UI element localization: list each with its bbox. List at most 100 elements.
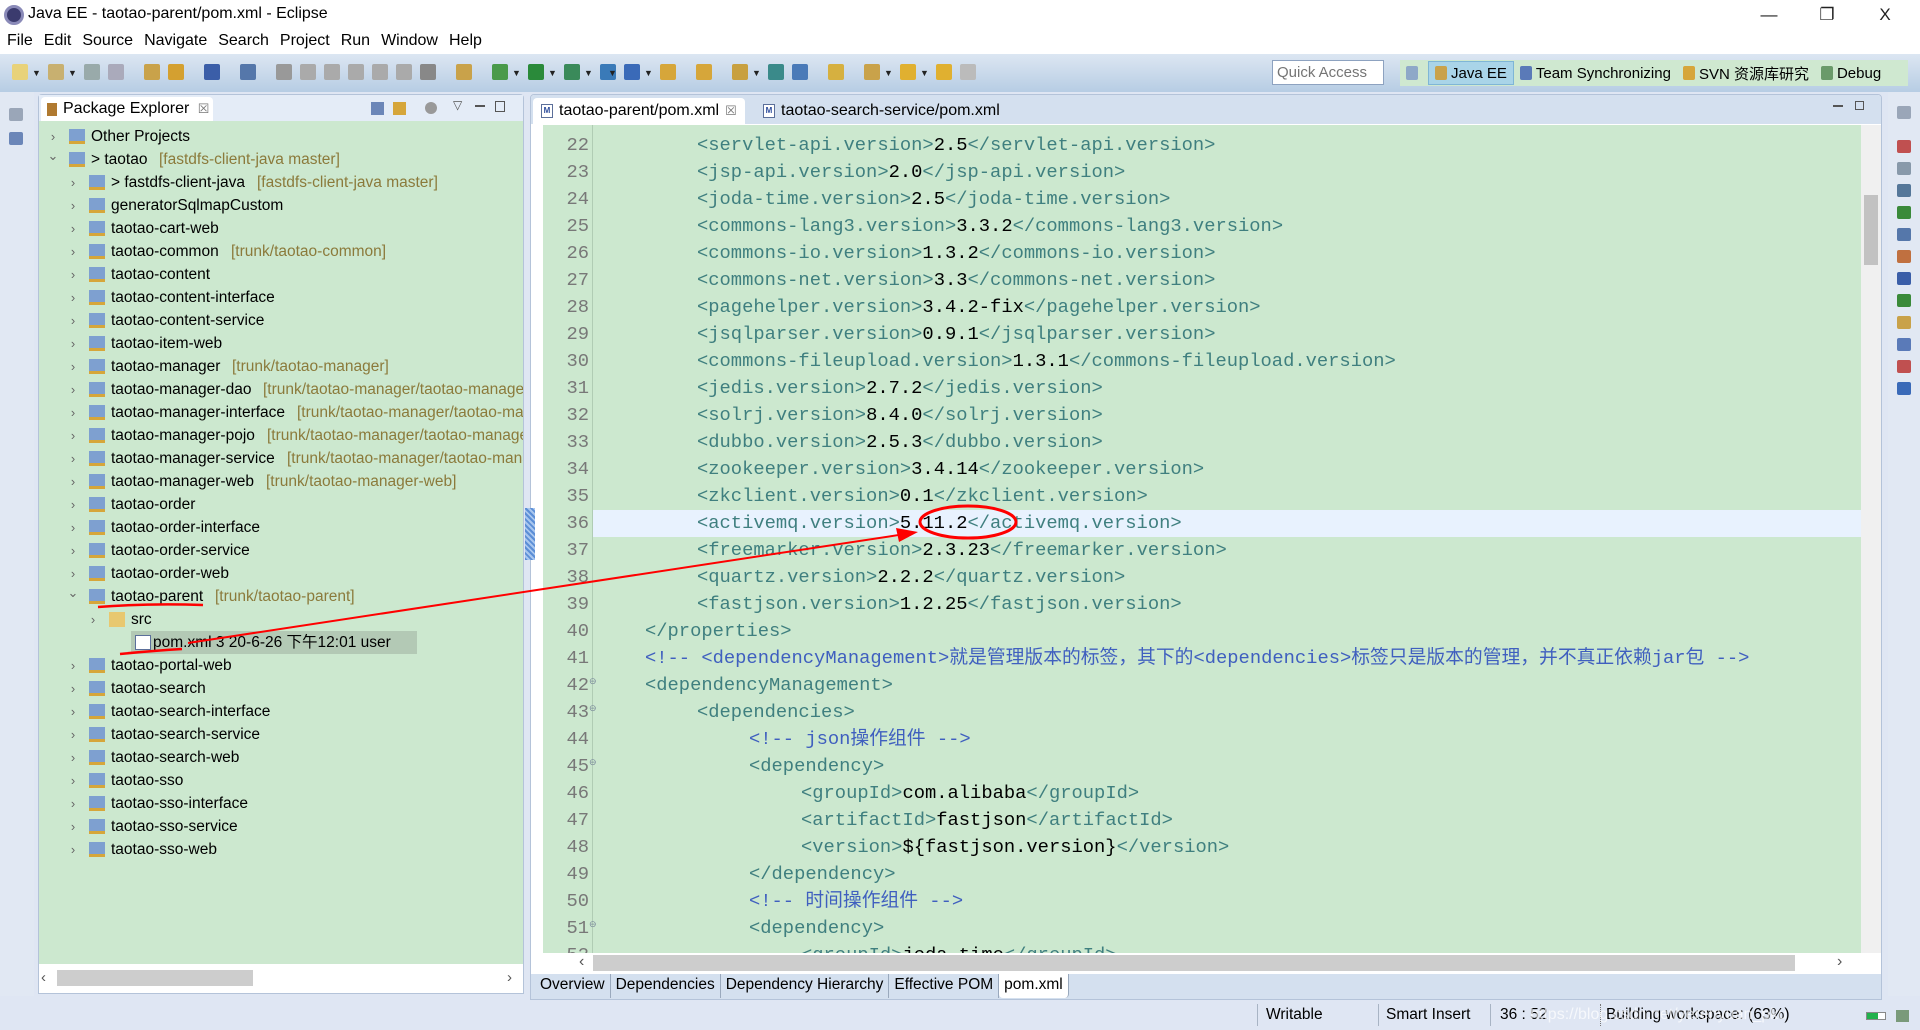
chevron-down-icon[interactable]: ⌄ <box>47 144 59 167</box>
page-tab-pom-xml[interactable]: pom.xml <box>999 974 1069 998</box>
chevron-right-icon[interactable]: › <box>67 424 79 447</box>
tree-item[interactable]: › taotao-manager [trunk/taotao-manager] <box>39 355 523 378</box>
tree-item[interactable]: › taotao-item-web <box>39 332 523 355</box>
chevron-right-icon[interactable]: › <box>67 700 79 723</box>
chevron-right-icon[interactable]: › <box>67 792 79 815</box>
code-line[interactable]: <!-- <dependencyManagement>就是管理版本的标签，其下的… <box>593 645 1863 672</box>
chevron-right-icon[interactable]: › <box>67 355 79 378</box>
new-server-dropdown-icon[interactable]: ▼ <box>608 68 617 78</box>
progress-view-icon[interactable] <box>1896 1010 1909 1022</box>
scroll-left-icon[interactable]: ‹ <box>579 953 584 971</box>
editor-vertical-scroll-thumb[interactable] <box>1864 195 1878 265</box>
tree-scroll-thumb[interactable] <box>57 970 253 986</box>
chevron-right-icon[interactable]: › <box>67 815 79 838</box>
tree-item[interactable]: › > fastdfs-client-java [fastdfs-client-ja… <box>39 171 523 194</box>
page-tab-effective-pom[interactable]: Effective POM <box>889 974 1000 998</box>
tree-item[interactable]: › Other Projects <box>39 125 523 148</box>
menu-source[interactable]: Source <box>81 30 140 54</box>
chevron-right-icon[interactable]: › <box>67 769 79 792</box>
tree-item[interactable]: › taotao-content-interface <box>39 286 523 309</box>
perspective-svn[interactable]: SVN 资源库研究 <box>1677 61 1815 85</box>
code-line[interactable]: <version>${fastjson.version}</version> <box>593 834 1863 861</box>
perspective-java-ee[interactable]: Java EE <box>1428 61 1514 85</box>
prev-annotation-icon[interactable] <box>864 64 880 80</box>
web-browser-icon[interactable] <box>768 64 784 80</box>
menu-search[interactable]: Search <box>217 30 276 54</box>
resume-icon[interactable] <box>276 64 292 80</box>
close-button[interactable]: X <box>1862 2 1908 28</box>
tree-item[interactable]: › src <box>39 608 523 631</box>
code-line[interactable]: </properties> <box>593 618 1863 645</box>
code-line[interactable]: <commons-lang3.version>3.3.2</commons-la… <box>593 213 1863 240</box>
chevron-right-icon[interactable]: › <box>67 838 79 861</box>
maven-view-icon[interactable] <box>1897 382 1911 395</box>
tree-item[interactable]: › taotao-order <box>39 493 523 516</box>
forward-icon[interactable] <box>936 64 952 80</box>
code-line[interactable]: <fastjson.version>1.2.25</fastjson.versi… <box>593 591 1863 618</box>
editor-horizontal-scrollbar[interactable]: ‹ › <box>543 953 1881 973</box>
skip-breakpoints-icon[interactable] <box>240 64 256 80</box>
debug-icon[interactable] <box>492 64 508 80</box>
open-resource-icon[interactable] <box>168 64 184 80</box>
tree-item[interactable]: › generatorSqlmapCustom <box>39 194 523 217</box>
menu-project[interactable]: Project <box>279 30 337 54</box>
code-line[interactable]: <jedis.version>2.7.2</jedis.version> <box>593 375 1863 402</box>
run-server-dropdown-icon[interactable]: ▼ <box>584 68 593 78</box>
new-dropdown-icon[interactable]: ▼ <box>32 68 41 78</box>
code-area[interactable]: 22 23 24 25 26 27 28 29 30 31 32 33 34 35 36 37 38 39 40 41… <box>543 125 1881 953</box>
editor-vertical-scrollbar[interactable] <box>1861 125 1881 953</box>
tree-item[interactable]: › taotao-manager-pojo [trunk/taotao-manage… <box>39 424 523 447</box>
minimize-button[interactable]: — <box>1746 2 1792 28</box>
restore-button[interactable]: ❐ <box>1804 2 1850 28</box>
back-dropdown-icon[interactable]: ▼ <box>920 68 929 78</box>
chevron-right-icon[interactable]: › <box>67 401 79 424</box>
code-line[interactable]: <groupId>com.alibaba</groupId> <box>593 780 1863 807</box>
menu-help[interactable]: Help <box>448 30 489 54</box>
tree-item[interactable]: › taotao-cart-web <box>39 217 523 240</box>
restore-view-icon[interactable] <box>1897 106 1911 119</box>
chevron-right-icon[interactable]: › <box>67 470 79 493</box>
code-line[interactable]: <zookeeper.version>3.4.14</zookeeper.ver… <box>593 456 1863 483</box>
close-view-icon[interactable]: ☒ <box>198 101 210 116</box>
new-type-icon[interactable] <box>48 64 64 80</box>
chevron-right-icon[interactable]: › <box>67 171 79 194</box>
chevron-right-icon[interactable]: › <box>67 723 79 746</box>
run-dropdown-icon[interactable]: ▼ <box>548 68 557 78</box>
debug-dropdown-icon[interactable]: ▼ <box>512 68 521 78</box>
open-type-icon[interactable] <box>144 64 160 80</box>
code-line[interactable]: <commons-io.version>1.3.2</commons-io.ve… <box>593 240 1863 267</box>
maximize-view-icon[interactable] <box>495 101 505 112</box>
tree-item[interactable]: › taotao-order-service <box>39 539 523 562</box>
chevron-right-icon[interactable]: › <box>67 654 79 677</box>
tree-item[interactable]: › taotao-order-interface <box>39 516 523 539</box>
external-tools-icon[interactable] <box>624 64 640 80</box>
chevron-right-icon[interactable]: › <box>67 447 79 470</box>
tree-horizontal-scrollbar[interactable]: ‹ › <box>39 964 523 993</box>
link-with-editor-icon[interactable] <box>393 102 406 115</box>
menu-window[interactable]: Window <box>380 30 445 54</box>
back-icon[interactable] <box>900 64 916 80</box>
perspective-debug[interactable]: Debug <box>1815 61 1887 85</box>
tree-item[interactable]: › taotao-search-interface <box>39 700 523 723</box>
disconnect-icon[interactable] <box>348 64 364 80</box>
minimize-view-icon[interactable] <box>475 105 485 107</box>
perspective-team-synchronizing[interactable]: Team Synchronizing <box>1514 61 1677 85</box>
progress-view-icon[interactable] <box>1897 338 1911 351</box>
chevron-right-icon[interactable]: › <box>67 240 79 263</box>
restore-view-icon[interactable] <box>9 108 23 121</box>
tree-item[interactable]: › taotao-search <box>39 677 523 700</box>
tree-item[interactable]: › taotao-sso-service <box>39 815 523 838</box>
new-type-dropdown-icon[interactable]: ▼ <box>68 68 77 78</box>
editor-tab[interactable]: Mtaotao-parent/pom.xml ☒ <box>533 98 745 124</box>
code-line[interactable]: <pagehelper.version>3.4.2-fix</pagehelpe… <box>593 294 1863 321</box>
code-line[interactable]: <commons-net.version>3.3</commons-net.ve… <box>593 267 1863 294</box>
close-tab-icon[interactable]: ☒ <box>725 103 737 118</box>
code-line[interactable]: <freemarker.version>2.3.23</freemarker.v… <box>593 537 1863 564</box>
chevron-right-icon[interactable]: › <box>67 677 79 700</box>
page-tab-dependencies[interactable]: Dependencies <box>611 974 721 998</box>
chevron-right-icon[interactable]: › <box>67 309 79 332</box>
drop-frame-icon[interactable] <box>456 64 472 80</box>
menu-edit[interactable]: Edit <box>43 30 79 54</box>
save-icon[interactable] <box>84 64 100 80</box>
external-tools-dropdown-icon[interactable]: ▼ <box>644 68 653 78</box>
